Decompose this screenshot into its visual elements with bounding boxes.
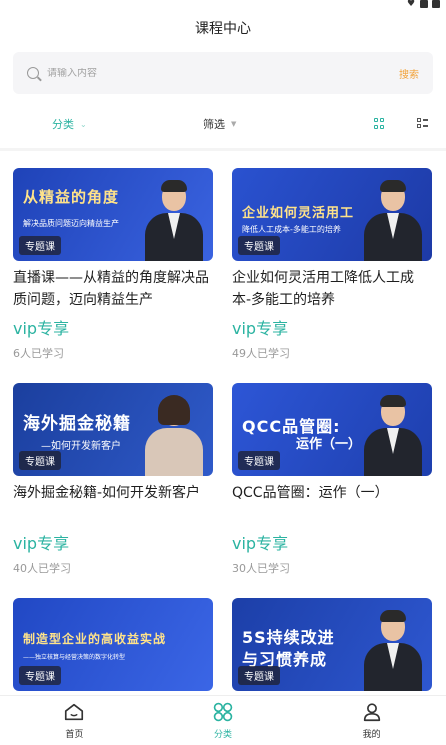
course-price: vip专享	[232, 534, 289, 553]
topic-badge: 专题课	[238, 666, 280, 685]
home-icon	[65, 703, 84, 721]
wifi-icon	[420, 0, 428, 8]
search-icon	[27, 67, 39, 79]
lecturer-photo	[364, 179, 422, 261]
course-price: vip专享	[13, 534, 70, 553]
course-card[interactable]: 海外掘金秘籍 —如何开发新客户 专题课 海外掘金秘籍-如何开发新客户 vip专享…	[13, 383, 213, 576]
thumbnail-subtitle: 运作（一）	[296, 437, 362, 452]
status-bar: ♥	[407, 0, 440, 12]
signal-icon: ♥	[407, 0, 416, 9]
tab-category-label: 分类	[214, 730, 233, 740]
user-icon	[363, 703, 380, 722]
course-price: vip专享	[13, 319, 70, 338]
search-bar[interactable]: 搜索	[13, 52, 433, 94]
thumbnail-subtitle: —如何开发新客户	[41, 441, 121, 452]
tab-mine[interactable]: 我的	[297, 696, 446, 745]
divider	[0, 148, 446, 151]
sort-filter[interactable]: 筛选 ▼	[203, 116, 236, 132]
sort-filter-label: 筛选	[203, 118, 225, 131]
course-grid: 从精益的角度 解决品质问题迈向精益生产 专题课 直播课——从精益的角度解决品质问…	[13, 168, 433, 696]
category-icon	[213, 702, 233, 722]
course-thumbnail: 5S持续改进 与习惯养成 专题课	[232, 598, 432, 691]
learner-count: 40人已学习	[13, 562, 71, 575]
course-price: vip专享	[232, 319, 289, 338]
grid-view-icon[interactable]	[374, 118, 385, 129]
course-title: 直播课——从精益的角度解决品质问题，迈向精益生产	[13, 270, 209, 308]
thumbnail-title: 制造型企业的高收益实战	[23, 632, 167, 646]
topic-badge: 专题课	[19, 451, 61, 470]
lecturer-photo	[145, 394, 203, 476]
search-button[interactable]: 搜索	[399, 66, 419, 81]
filter-row: 分类 ⌄ 筛选 ▼	[0, 112, 446, 136]
page-title: 课程中心	[195, 21, 251, 37]
thumbnail-title: 从精益的角度	[23, 188, 120, 206]
thumbnail-title: 海外掘金秘籍	[23, 414, 131, 434]
tab-home[interactable]: 首页	[0, 696, 149, 745]
topic-badge: 专题课	[19, 236, 61, 255]
topic-badge: 专题课	[238, 236, 280, 255]
course-thumbnail: QCC品管圈: 运作（一） 专题课	[232, 383, 432, 476]
course-title: QCC品管圈：运作（一）	[232, 485, 389, 501]
thumbnail-subtitle: 解决品质问题迈向精益生产	[23, 219, 119, 228]
topic-badge: 专题课	[19, 666, 61, 685]
lecturer-photo	[364, 394, 422, 476]
search-input[interactable]	[47, 67, 399, 79]
learner-count: 49人已学习	[232, 347, 290, 360]
course-thumbnail: 海外掘金秘籍 —如何开发新客户 专题课	[13, 383, 213, 476]
battery-icon	[432, 0, 440, 8]
lecturer-photo	[145, 179, 203, 261]
list-view-icon[interactable]	[417, 118, 428, 129]
course-card[interactable]: 从精益的角度 解决品质问题迈向精益生产 专题课 直播课——从精益的角度解决品质问…	[13, 168, 213, 361]
bottom-tab-bar: 首页 分类 我的	[0, 695, 446, 745]
course-card[interactable]: 制造型企业的高收益实战 ——独立核算与经营决策的数字化转型 专题课	[13, 598, 213, 691]
thumbnail-title: 企业如何灵活用工	[242, 206, 355, 221]
course-thumbnail: 企业如何灵活用工 降低人工成本-多能工的培养 专题课	[232, 168, 432, 261]
learner-count: 6人已学习	[13, 347, 64, 360]
triangle-down-icon: ▼	[231, 120, 237, 128]
learner-count: 30人已学习	[232, 562, 290, 575]
thumbnail-title: 5S持续改进	[242, 628, 335, 647]
course-card[interactable]: 企业如何灵活用工 降低人工成本-多能工的培养 专题课 企业如何灵活用工降低人工成…	[232, 168, 432, 361]
topic-badge: 专题课	[238, 451, 280, 470]
tab-mine-label: 我的	[362, 730, 381, 740]
course-title: 企业如何灵活用工降低人工成本-多能工的培养	[232, 270, 414, 308]
category-filter[interactable]: 分类 ⌄	[52, 116, 87, 132]
thumbnail-subtitle: 降低人工成本-多能工的培养	[242, 225, 341, 234]
course-thumbnail: 制造型企业的高收益实战 ——独立核算与经营决策的数字化转型 专题课	[13, 598, 213, 691]
thumbnail-subtitle: ——独立核算与经营决策的数字化转型	[23, 654, 126, 661]
course-card[interactable]: QCC品管圈: 运作（一） 专题课 QCC品管圈：运作（一） vip专享 30人…	[232, 383, 432, 576]
lecturer-photo	[364, 609, 422, 691]
tab-home-label: 首页	[65, 730, 84, 740]
course-card[interactable]: 5S持续改进 与习惯养成 专题课	[232, 598, 432, 691]
course-thumbnail: 从精益的角度 解决品质问题迈向精益生产 专题课	[13, 168, 213, 261]
category-filter-label: 分类	[52, 118, 74, 131]
chevron-down-icon: ⌄	[80, 119, 87, 129]
course-title: 海外掘金秘籍-如何开发新客户	[13, 485, 201, 501]
tab-category[interactable]: 分类	[149, 696, 298, 745]
